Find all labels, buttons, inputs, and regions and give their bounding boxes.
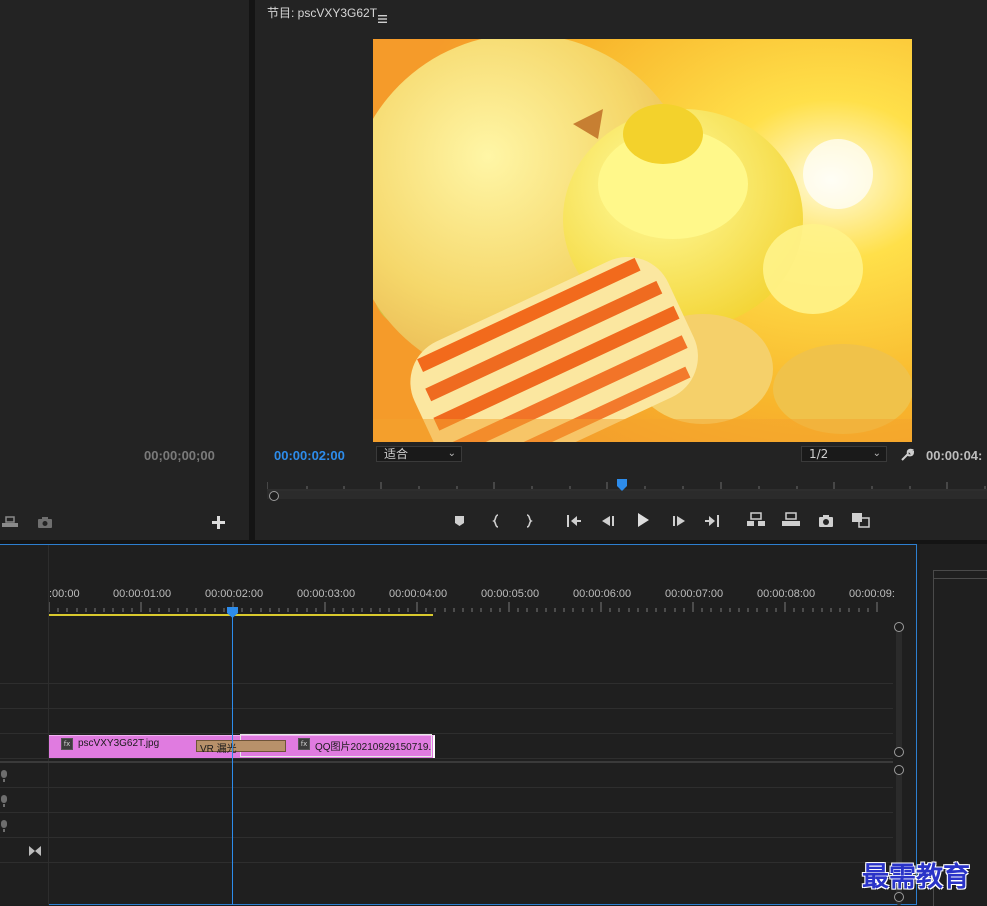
play-icon[interactable]: [635, 512, 651, 528]
track-line: [0, 733, 893, 734]
scroll-handle-top[interactable]: [894, 622, 904, 632]
lift-icon[interactable]: [746, 512, 766, 528]
fit-select-value: 适合: [384, 447, 409, 461]
track-line: [0, 758, 893, 759]
track-line: [0, 837, 893, 838]
fit-select[interactable]: 适合 ⌄: [376, 446, 462, 462]
track-line: [0, 683, 893, 684]
ruler-label-4: 00:00:04:00: [389, 588, 448, 600]
ruler-label-6: 00:00:06:00: [573, 588, 632, 600]
step-back-icon[interactable]: [600, 513, 616, 529]
program-monitor-title[interactable]: 节目: pscVXY3G62T: [267, 4, 377, 21]
go-to-in-icon[interactable]: [566, 513, 582, 529]
ruler-label-3: 00:00:03:00: [297, 588, 356, 600]
right-panel-header-line: [933, 578, 987, 579]
hamburger-icon[interactable]: [378, 8, 387, 23]
program-video-frame: [373, 39, 912, 442]
compare-icon[interactable]: [851, 512, 871, 528]
track-line: [0, 862, 893, 863]
source-timecode[interactable]: 00;00;00;00: [144, 448, 215, 463]
export-frame-icon[interactable]: [37, 513, 53, 528]
insert-icon[interactable]: [2, 513, 18, 527]
ruler-label-8: 00:00:08:00: [757, 588, 816, 600]
resolution-select-value: 1/2: [809, 447, 829, 461]
ruler-label-0: :00:00: [49, 588, 80, 600]
microphone-icon[interactable]: [0, 768, 8, 782]
track-line: [0, 812, 893, 813]
resolution-select[interactable]: 1/2 ⌄: [801, 446, 887, 462]
ruler-label-2: 00:00:02:00: [205, 588, 264, 600]
track-header-column: [0, 545, 49, 905]
scroll-handle-top[interactable]: [894, 765, 904, 775]
marker-icon[interactable]: [453, 513, 469, 529]
video-track-scrollbar[interactable]: [896, 622, 902, 756]
video-audio-divider[interactable]: [0, 761, 893, 763]
microphone-icon[interactable]: [0, 793, 8, 807]
add-button-icon[interactable]: [212, 514, 225, 529]
ruler-label-9: 00:00:09:: [849, 588, 895, 600]
go-to-out-icon[interactable]: [704, 513, 720, 529]
timeline-playhead-handle[interactable]: [227, 603, 238, 618]
clip2-name: QQ图片20210929150719.: [315, 742, 432, 753]
microphone-icon[interactable]: [0, 818, 8, 832]
chevron-down-icon: ⌄: [447, 448, 456, 459]
mark-in-icon[interactable]: [489, 513, 505, 529]
program-current-timecode[interactable]: 00:00:02:00: [274, 448, 345, 463]
timeline-playhead-line: [232, 612, 233, 905]
ruler-label-7: 00:00:07:00: [665, 588, 724, 600]
watermark-logo: 最需教育: [862, 862, 970, 893]
fx-badge-icon: fx: [298, 738, 310, 750]
ruler-label-5: 00:00:05:00: [481, 588, 540, 600]
mark-out-icon[interactable]: [520, 513, 536, 529]
track-line: [0, 787, 893, 788]
scroll-handle-bottom[interactable]: [894, 747, 904, 757]
program-duration-timecode: 00:00:04:: [926, 448, 983, 463]
ruler-label-1: 00:00:01:00: [113, 588, 172, 600]
clip1-name: pscVXY3G62T.jpg: [78, 738, 160, 749]
zoom-scroll-handle[interactable]: [269, 491, 279, 501]
step-forward-icon[interactable]: [671, 513, 687, 529]
wrench-icon[interactable]: [900, 447, 915, 461]
track-line: [0, 708, 893, 709]
extract-icon[interactable]: [781, 512, 801, 528]
chevron-down-icon: ⌄: [872, 448, 881, 459]
export-frame-icon[interactable]: [818, 513, 834, 529]
program-playhead[interactable]: [617, 476, 629, 491]
video-frame-image: [373, 39, 912, 442]
fx-badge-icon: fx: [61, 738, 73, 750]
master-pan-icon[interactable]: [29, 841, 41, 856]
